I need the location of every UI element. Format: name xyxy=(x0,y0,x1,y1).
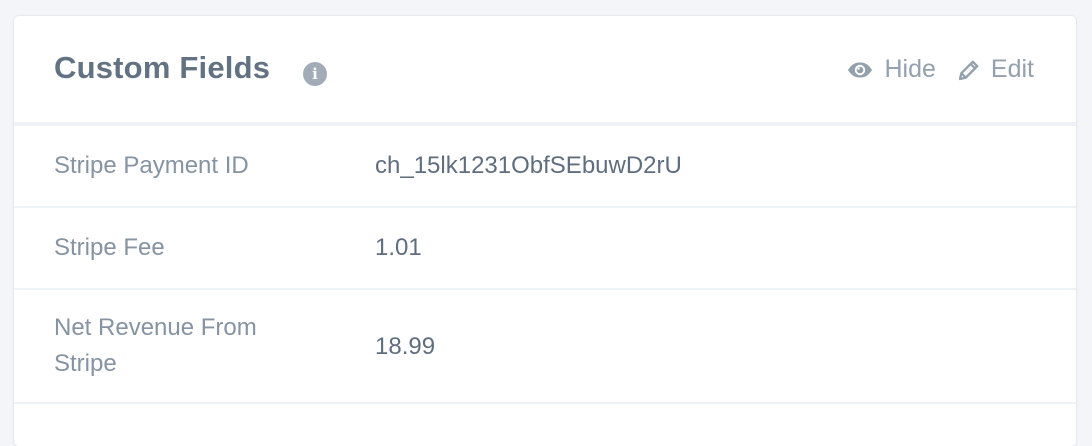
field-row-net-revenue: Net Revenue From Stripe 18.99 xyxy=(14,290,1076,404)
pencil-icon xyxy=(958,60,979,80)
edit-label: Edit xyxy=(990,55,1034,83)
hide-button[interactable]: Hide xyxy=(847,55,936,84)
edit-button[interactable]: Edit xyxy=(958,55,1034,84)
field-value: 18.99 xyxy=(375,333,436,360)
field-label: Stripe Payment ID xyxy=(54,152,249,179)
eye-icon xyxy=(848,62,873,77)
custom-fields-card: Custom Fields i Hide Edit Stripe Payment… xyxy=(14,16,1076,446)
info-circle-icon[interactable]: i xyxy=(303,62,327,86)
field-value: ch_15lk1231ObfSEbuwD2rU xyxy=(375,152,682,179)
field-value: 1.01 xyxy=(375,234,422,261)
field-label: Stripe Fee xyxy=(54,234,165,261)
field-label: Net Revenue From Stripe xyxy=(54,314,257,377)
field-row-stripe-payment-id: Stripe Payment ID ch_15lk1231ObfSEbuwD2r… xyxy=(14,126,1076,208)
field-row-stripe-fee: Stripe Fee 1.01 xyxy=(14,208,1076,290)
card-title: Custom Fields xyxy=(54,50,271,85)
hide-label: Hide xyxy=(884,55,936,83)
header-actions: Hide Edit xyxy=(847,55,1034,84)
card-header: Custom Fields i Hide Edit xyxy=(14,16,1076,126)
